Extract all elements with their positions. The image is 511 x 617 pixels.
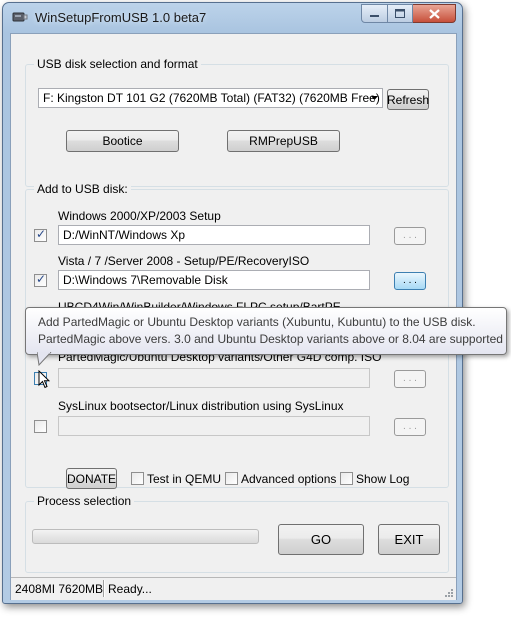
usb-disk-group-title: USB disk selection and format [34, 57, 201, 71]
partedmagic-browse-button[interactable]: . . . [394, 370, 426, 388]
usb-disk-dropdown[interactable]: F: Kingston DT 101 G2 (7620MB Total) (FA… [38, 88, 383, 108]
resize-grip-icon[interactable] [443, 587, 454, 598]
windows-xp-browse-button[interactable]: . . . [394, 227, 426, 245]
status-bar: 2408MI 7620MB Ready... [11, 577, 456, 600]
show-log-checkbox[interactable] [340, 472, 353, 485]
app-window: WinSetupFromUSB 1.0 beta7 USB disk selec… [2, 2, 463, 604]
usb-disk-group: USB disk selection and format F: Kingsto… [25, 57, 449, 187]
status-message: Ready... [108, 582, 152, 596]
syslinux-checkbox[interactable] [34, 420, 47, 433]
close-icon [428, 8, 440, 19]
advanced-options-checkbox[interactable] [225, 472, 238, 485]
vista-7-checkbox[interactable]: ✓ [34, 272, 47, 287]
tooltip-balloon: Add PartedMagic or Ubuntu Desktop varian… [25, 307, 507, 355]
refresh-button[interactable]: Refresh [387, 89, 429, 110]
vista-7-path-input[interactable]: D:\Windows 7\Removable Disk [58, 270, 370, 290]
usb-drive-icon [12, 12, 28, 22]
tooltip-line-1: Add PartedMagic or Ubuntu Desktop varian… [38, 315, 476, 329]
chevron-down-icon [371, 96, 378, 100]
windows-xp-label: Windows 2000/XP/2003 Setup [58, 209, 221, 223]
maximize-icon [395, 9, 405, 18]
minimize-button[interactable] [361, 4, 388, 23]
syslinux-label: SysLinux bootsector/Linux distribution u… [58, 399, 344, 413]
caption-buttons [361, 4, 456, 23]
go-button[interactable]: GO [278, 524, 364, 555]
title-bar[interactable]: WinSetupFromUSB 1.0 beta7 [3, 3, 462, 31]
partedmagic-path-input[interactable] [58, 368, 370, 388]
tooltip-pointer [37, 352, 52, 366]
checkmark-icon: ✓ [36, 227, 47, 241]
vista-7-browse-button[interactable]: . . . [394, 272, 426, 290]
syslinux-browse-button[interactable]: . . . [394, 418, 426, 436]
vista-7-label: Vista / 7 /Server 2008 - Setup/PE/Recove… [58, 254, 310, 268]
mouse-cursor-icon [38, 370, 50, 389]
process-selection-group: Process selection GO EXIT [25, 494, 449, 573]
status-size: 2408MI 7620MB [15, 582, 104, 596]
window-title: WinSetupFromUSB 1.0 beta7 [35, 10, 207, 25]
show-log-label: Show Log [356, 472, 410, 486]
minimize-icon [370, 14, 379, 17]
windows-xp-path-input[interactable]: D:/WinNT/Windows Xp [58, 225, 370, 245]
windows-xp-checkbox[interactable]: ✓ [34, 227, 47, 242]
add-to-usb-group-title: Add to USB disk: [34, 182, 131, 196]
usb-disk-value: F: Kingston DT 101 G2 (7620MB Total) (FA… [43, 91, 380, 105]
syslinux-path-input[interactable] [58, 416, 370, 436]
tooltip-line-2: PartedMagic above vers. 3.0 and Ubuntu D… [38, 332, 503, 346]
close-button[interactable] [413, 4, 456, 23]
test-in-qemu-checkbox[interactable] [131, 472, 144, 485]
test-in-qemu-label: Test in QEMU [147, 472, 222, 486]
rmprepusb-button[interactable]: RMPrepUSB [227, 130, 340, 152]
maximize-button[interactable] [388, 4, 413, 23]
bootice-button[interactable]: Bootice [66, 130, 179, 152]
process-selection-group-title: Process selection [34, 494, 135, 508]
donate-button[interactable]: DONATE [66, 468, 117, 489]
exit-button[interactable]: EXIT [378, 524, 440, 555]
progress-bar [32, 529, 259, 544]
checkmark-icon: ✓ [36, 272, 47, 286]
advanced-options-label: Advanced options [241, 472, 337, 486]
status-divider [103, 580, 105, 597]
